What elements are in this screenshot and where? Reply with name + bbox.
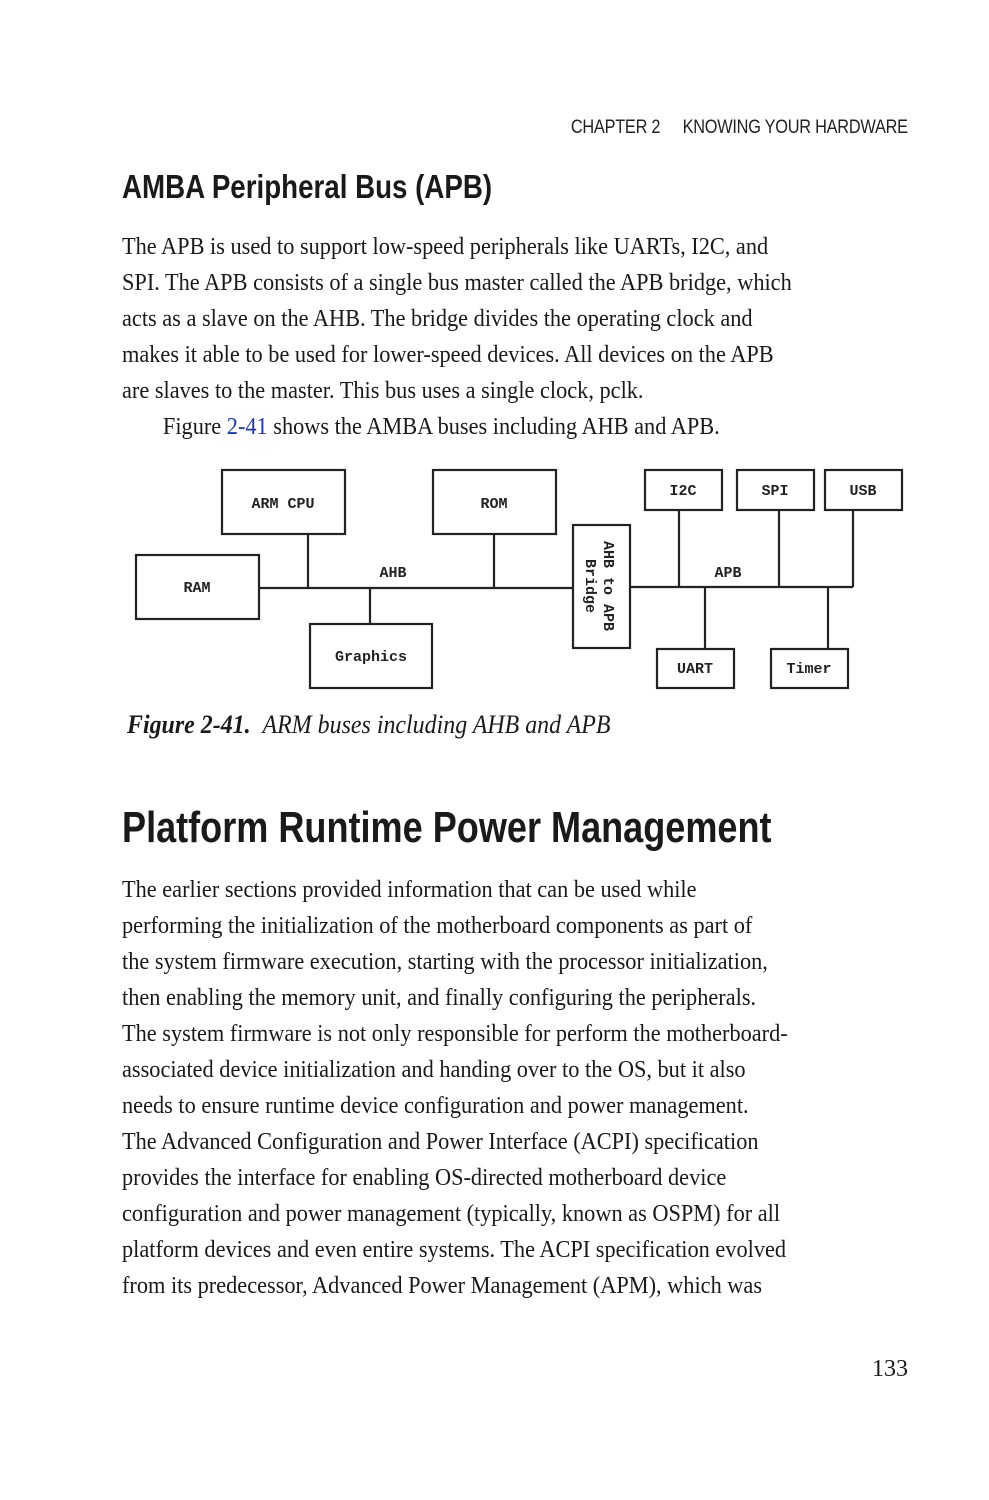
section-heading: AMBA Peripheral Bus (APB): [122, 168, 493, 205]
figure-caption-number: Figure 2-41.: [127, 710, 251, 739]
text-line: associated device initialization and han…: [122, 1057, 746, 1083]
running-head: CHAPTER 2 KNOWING YOUR HARDWARE: [571, 117, 908, 139]
text-line: the system firmware execution, starting …: [122, 949, 768, 975]
arm-cpu-label: ARM CPU: [251, 496, 314, 513]
text-line: from its predecessor, Advanced Power Man…: [122, 1273, 763, 1299]
timer-label: Timer: [786, 661, 831, 678]
running-head-title: KNOWING YOUR HARDWARE: [682, 117, 908, 138]
i2c-label: I2C: [669, 483, 696, 500]
power-management-paragraph: The earlier sections provided informatio…: [122, 872, 922, 1304]
text-line: provides the interface for enabling OS-d…: [122, 1165, 727, 1191]
amba-bus-diagram: ARM CPU ROM RAM Graphics AHB AHB to APB …: [0, 460, 989, 700]
apb-paragraph: The APB is used to support low-speed per…: [122, 229, 922, 445]
running-head-chapter: CHAPTER 2: [571, 117, 661, 138]
text-line: makes it able to be used for lower-speed…: [122, 342, 774, 368]
figure-link[interactable]: 2-41: [227, 414, 268, 440]
spi-label: SPI: [761, 483, 788, 500]
text-line: The earlier sections provided informatio…: [122, 877, 697, 903]
text-line: The Advanced Configuration and Power Int…: [122, 1129, 759, 1155]
text-line: performing the initialization of the mot…: [122, 913, 753, 939]
text-line: then enabling the memory unit, and final…: [122, 985, 757, 1011]
bridge-label-line2: Bridge: [581, 559, 598, 613]
page-number: 133: [872, 1356, 908, 1382]
text-line: The system firmware is not only responsi…: [122, 1021, 788, 1047]
diagram-svg: ARM CPU ROM RAM Graphics AHB AHB to APB …: [134, 468, 904, 690]
text-line: acts as a slave on the AHB. The bridge d…: [122, 306, 753, 332]
text-line: needs to ensure runtime device configura…: [122, 1093, 749, 1119]
chapter-section-heading: Platform Runtime Power Management: [122, 803, 772, 852]
text-line: SPI. The APB consists of a single bus ma…: [122, 270, 792, 296]
text-line: The APB is used to support low-speed per…: [122, 234, 769, 260]
figure-caption-text: ARM buses including AHB and APB: [262, 710, 611, 739]
apb-label: APB: [714, 565, 741, 582]
rom-label: ROM: [480, 496, 507, 513]
text-line: configuration and power management (typi…: [122, 1201, 781, 1227]
figure-caption: Figure 2-41. ARM buses including AHB and…: [127, 710, 610, 740]
text-fragment: shows the AMBA buses including AHB and A…: [267, 414, 720, 440]
graphics-label: Graphics: [335, 649, 407, 666]
bridge-label-line1: AHB to APB: [599, 541, 616, 631]
usb-label: USB: [849, 483, 876, 500]
text-fragment: Figure: [162, 414, 227, 440]
text-line: platform devices and even entire systems…: [122, 1237, 787, 1263]
ram-label: RAM: [183, 580, 210, 597]
text-line: are slaves to the master. This bus uses …: [122, 378, 644, 404]
ahb-label: AHB: [379, 565, 406, 582]
figure-reference-line: Figure 2-41 shows the AMBA buses includi…: [122, 409, 866, 445]
uart-label: UART: [677, 661, 713, 678]
